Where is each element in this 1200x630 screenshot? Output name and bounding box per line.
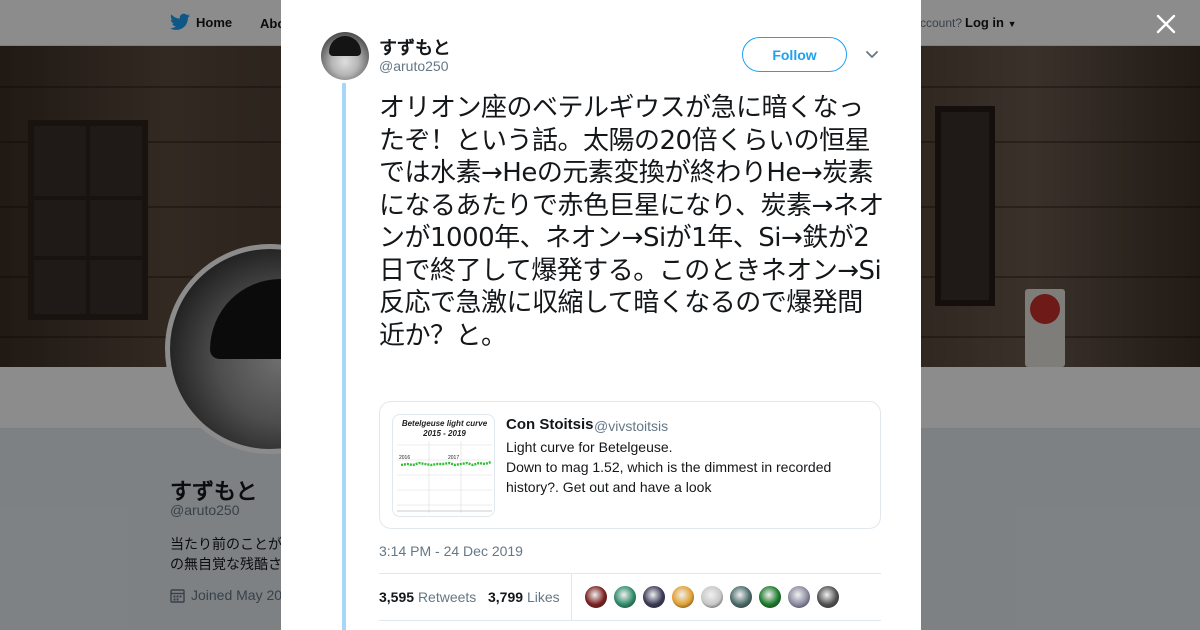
liker-avatar[interactable]	[584, 585, 608, 609]
retweets-stat[interactable]: 3,595 Retweets	[379, 589, 476, 605]
more-options-button[interactable]	[864, 46, 880, 62]
quoted-tweet-text: Light curve for Betelgeuse. Down to mag …	[506, 437, 866, 497]
likes-count: 3,799	[488, 589, 524, 605]
stats-divider	[571, 574, 572, 620]
tweet-text: オリオン座のベテルギウスが急に暗くなったぞ！という話。太陽の20倍くらいの恒星で…	[379, 93, 884, 351]
tweet-timestamp[interactable]: 3:14 PM - 24 Dec 2019	[379, 543, 523, 559]
liker-avatar[interactable]	[613, 585, 637, 609]
chevron-down-icon	[866, 51, 878, 58]
follow-button[interactable]: Follow	[742, 37, 847, 72]
liker-avatar[interactable]	[787, 585, 811, 609]
thread-line	[342, 83, 346, 630]
tweet-stats: 3,595 Retweets 3,799 Likes	[379, 573, 881, 621]
liker-avatar[interactable]	[671, 585, 695, 609]
close-icon	[1156, 14, 1176, 34]
liker-avatar[interactable]	[642, 585, 666, 609]
thumb-year-label: 2016	[399, 455, 410, 461]
quoted-author-handle: @vivstoitsis	[594, 418, 669, 434]
quoted-author-name: Con Stoitsis	[506, 416, 594, 433]
thumb-year-label: 2017	[448, 455, 459, 461]
quoted-tweet[interactable]: Betelgeuse light curve 2015 - 2019 2016 …	[379, 401, 881, 529]
quoted-tweet-image: Betelgeuse light curve 2015 - 2019 2016 …	[392, 414, 495, 517]
quoted-text-line: Light curve for Betelgeuse.	[506, 439, 673, 455]
retweets-label: Retweets	[417, 589, 477, 605]
author-handle[interactable]: @aruto250	[379, 58, 448, 74]
tweet-modal: すずもと @aruto250 Follow オリオン座のベテルギウスが急に暗くな…	[281, 0, 921, 630]
close-button[interactable]	[1150, 8, 1182, 40]
author-avatar[interactable]	[321, 32, 369, 80]
liker-avatars	[584, 585, 840, 609]
liker-avatar[interactable]	[816, 585, 840, 609]
likes-label: Likes	[526, 589, 560, 605]
author-name[interactable]: すずもと	[379, 34, 451, 60]
light-curve-thumbnail: 2016 2017	[397, 441, 492, 513]
liker-avatar[interactable]	[758, 585, 782, 609]
likes-stat[interactable]: 3,799 Likes	[488, 589, 560, 605]
quoted-text-line: Down to mag 1.52, which is the dimmest i…	[506, 459, 832, 495]
retweets-count: 3,595	[379, 589, 415, 605]
liker-avatar[interactable]	[700, 585, 724, 609]
liker-avatar[interactable]	[729, 585, 753, 609]
